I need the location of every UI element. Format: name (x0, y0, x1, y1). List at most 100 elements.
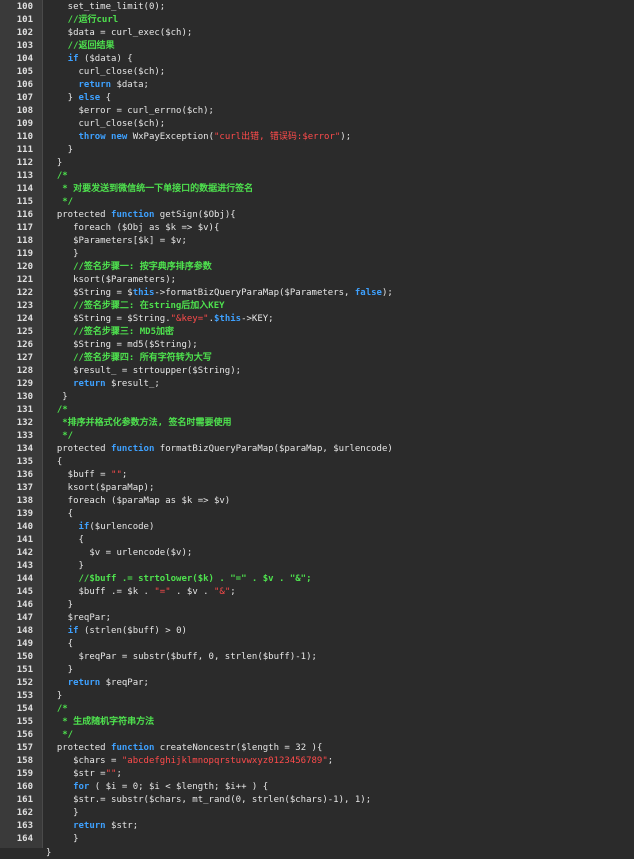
code-token: //签名步骤一: 按字典序排序参数 (46, 262, 212, 272)
code-text: } (46, 157, 62, 170)
code-token: foreach ($Obj as $k => $v){ (46, 223, 220, 233)
code-text: protected function formatBizQueryParaMap… (46, 443, 393, 456)
line-number: 146 (16, 600, 33, 610)
code-token: ); (381, 288, 393, 298)
line-number: 148 (16, 626, 33, 636)
code-text: //签名步骤四: 所有字符转为大写 (46, 352, 212, 365)
code-text: } (46, 807, 78, 820)
closing-brace-line: } (46, 848, 52, 858)
code-text: set_time_limit(0); (46, 1, 166, 14)
code-token: else (78, 93, 101, 103)
code-text: return $reqPar; (46, 677, 149, 690)
line-number: 139 (16, 509, 33, 519)
code-token: "&key=" (170, 314, 209, 324)
code-token: */ (46, 730, 74, 740)
code-token: $buff = (46, 470, 112, 480)
line-number: 131 (16, 405, 33, 415)
line-number: 158 (16, 756, 33, 766)
line-number: 112 (16, 158, 33, 168)
code-text: { (46, 638, 73, 651)
code-token: ->formatBizQueryParaMap($Parameters, (154, 288, 355, 298)
line-number: 153 (16, 691, 33, 701)
code-token: throw (78, 132, 106, 142)
code-token: return (73, 379, 106, 389)
code-token: { (46, 509, 74, 519)
code-token: /* (46, 405, 68, 415)
code-text: /* (46, 170, 68, 183)
line-number: 127 (16, 353, 33, 363)
code-token: ; (230, 587, 236, 597)
code-text: } (46, 144, 73, 157)
code-text: } (46, 833, 78, 846)
code-text: $String = $String."&key=".$this->KEY; (46, 313, 274, 326)
code-text: return $str; (46, 820, 138, 833)
code-text: *排序并格式化参数方法, 签名时需要使用 (46, 417, 231, 430)
line-number: 102 (16, 28, 33, 38)
code-token: */ (46, 197, 74, 207)
code-token: return (73, 821, 106, 831)
code-text: foreach ($Obj as $k => $v){ (46, 222, 219, 235)
code-text: throw new WxPayException("curl出错, 错误码:$e… (46, 131, 352, 144)
code-text: curl_close($ch); (46, 66, 166, 79)
code-token: ; (116, 769, 122, 779)
line-number: 163 (16, 821, 33, 831)
line-number: 118 (16, 236, 33, 246)
code-token: } (46, 691, 63, 701)
code-token: } (46, 665, 74, 675)
code-token: $result_ = strtoupper($String); (46, 366, 242, 376)
line-number: 129 (16, 379, 33, 389)
line-number: 125 (16, 327, 33, 337)
code-token: //返回结果 (46, 41, 115, 51)
code-token: */ (46, 431, 74, 441)
code-token: } (46, 561, 84, 571)
code-text: //签名步骤一: 按字典序排序参数 (46, 261, 212, 274)
code-text: $reqPar; (46, 612, 111, 625)
code-editor[interactable]: 100 set_time_limit(0); 101 //运行curl 102 $d… (0, 0, 634, 859)
code-token: new (111, 132, 128, 142)
code-token: $data = curl_exec($ch); (46, 28, 193, 38)
line-number: 100 (16, 2, 33, 12)
code-token: this (132, 288, 155, 298)
code-text: */ (46, 196, 73, 209)
code-token: $String = $String. (46, 314, 171, 324)
line-number: 147 (16, 613, 33, 623)
code-token: $str = (46, 769, 106, 779)
code-text: $buff = ""; (46, 469, 128, 482)
code-token: $chars = (46, 756, 122, 766)
line-number: 108 (16, 106, 33, 116)
line-number: 101 (16, 15, 33, 25)
code-token: $v = urlencode($v); (46, 548, 193, 558)
line-number: 140 (16, 522, 33, 532)
line-number: 119 (16, 249, 33, 259)
code-text: $Parameters[$k] = $v; (46, 235, 187, 248)
code-text: if (strlen($buff) > 0) (46, 625, 187, 638)
code-text: //返回结果 (46, 40, 115, 53)
code-text: $result_ = strtoupper($String); (46, 365, 241, 378)
line-number: 164 (16, 834, 33, 844)
code-token: WxPayException( (127, 132, 214, 142)
code-text: curl_close($ch); (46, 118, 166, 131)
code-text: } (46, 248, 79, 261)
code-token: $error = curl_errno($ch); (46, 106, 214, 116)
code-token: "" (105, 769, 117, 779)
code-token: createNoncestr($length = 32 ){ (154, 743, 323, 753)
code-token: $reqPar; (46, 613, 112, 623)
line-number: 121 (16, 275, 33, 285)
line-number: 143 (16, 561, 33, 571)
line-number: 133 (16, 431, 33, 441)
code-token: curl_close($ch); (46, 67, 166, 77)
line-number: 104 (16, 54, 33, 64)
line-number: 161 (16, 795, 33, 805)
code-token: } (46, 392, 68, 402)
code-text: * 生成随机字符串方法 (46, 716, 154, 729)
code-token: //运行curl (46, 15, 119, 25)
line-number: 123 (16, 301, 33, 311)
code-text: */ (46, 430, 73, 443)
code-token: } (46, 249, 79, 259)
line-number: 150 (16, 652, 33, 662)
code-token: . $v . (170, 587, 214, 597)
